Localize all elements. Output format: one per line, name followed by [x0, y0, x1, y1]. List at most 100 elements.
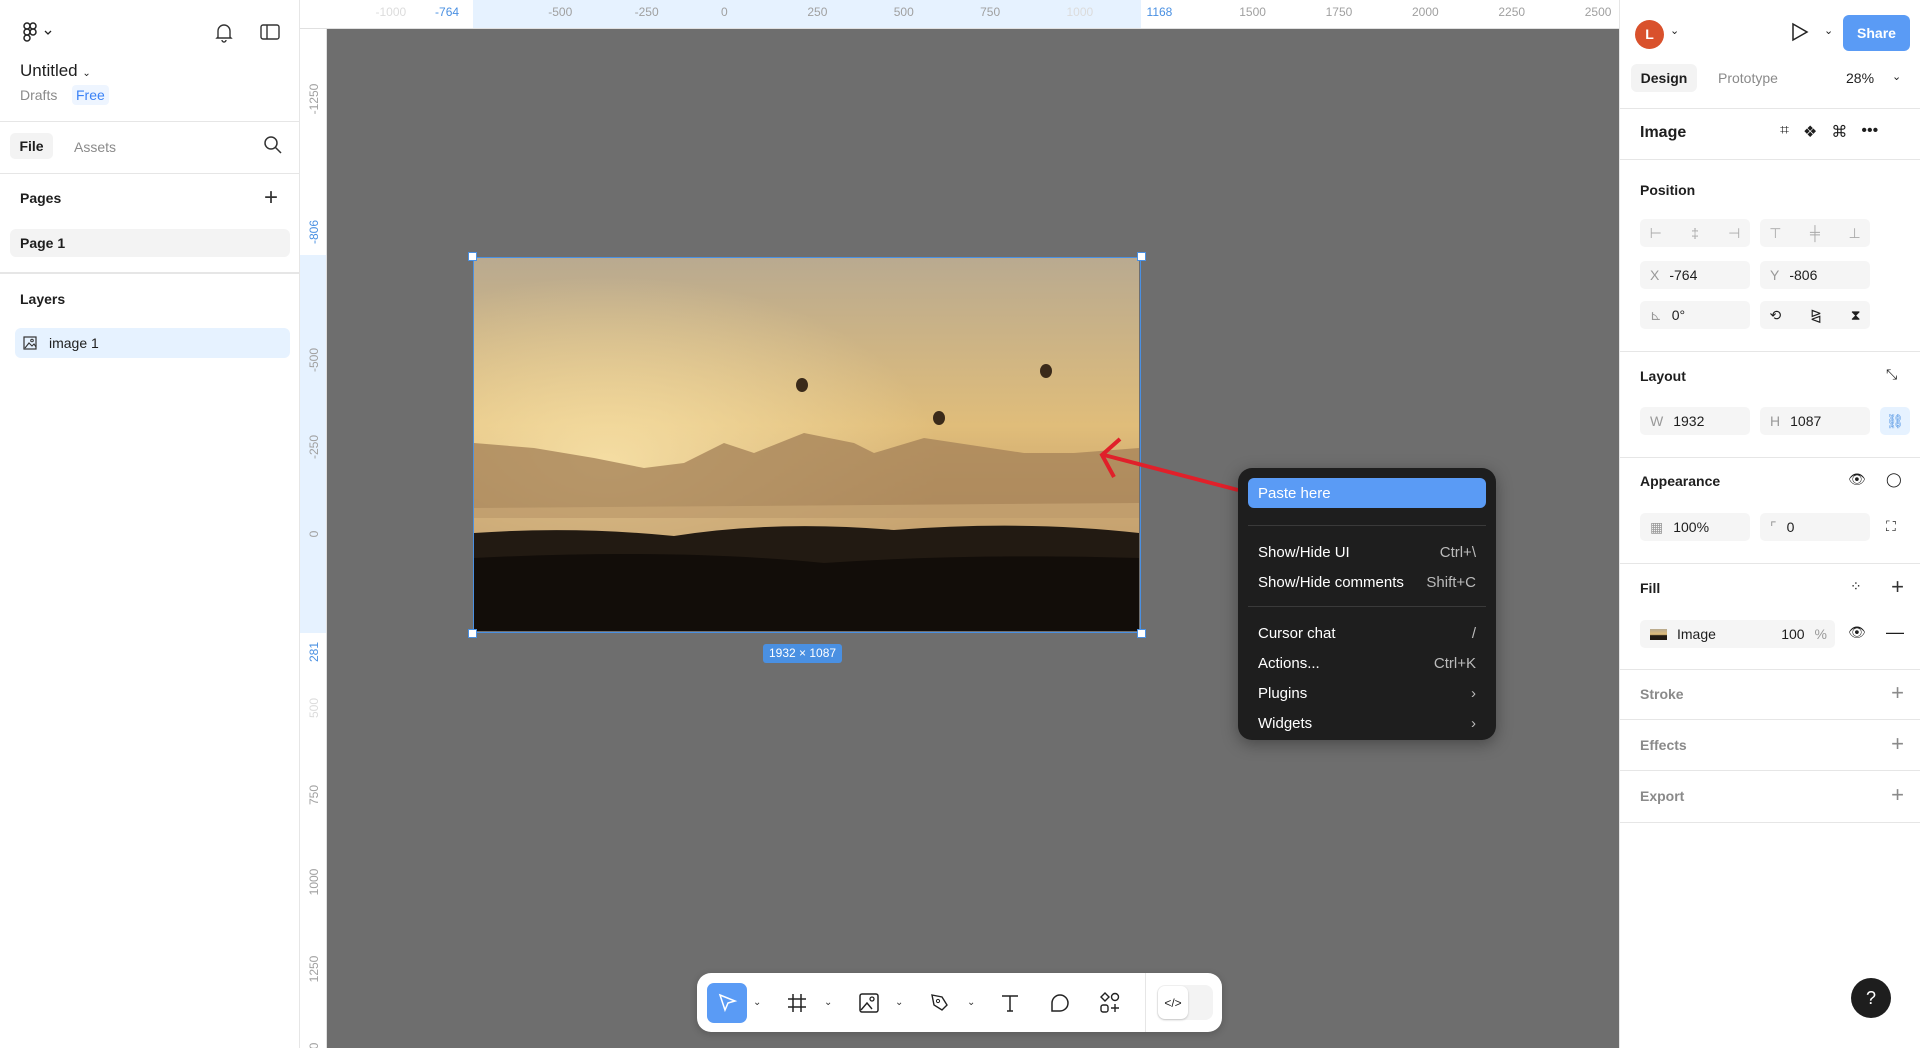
align-middle-icon[interactable]: ╪	[1810, 225, 1820, 241]
toggle-sidebar-button[interactable]	[258, 20, 282, 44]
chevron-down-icon[interactable]: ⌄	[824, 997, 832, 1008]
chevron-down-icon[interactable]: ⌄	[753, 997, 761, 1008]
tab-assets[interactable]: Assets	[74, 139, 116, 155]
shortcut: /	[1471, 624, 1476, 642]
text-icon	[1002, 995, 1018, 1012]
selected-image[interactable]	[473, 257, 1141, 633]
search-button[interactable]	[262, 134, 284, 156]
image-tool-button[interactable]	[849, 983, 889, 1023]
layer-name: image 1	[49, 335, 99, 351]
present-button[interactable]	[1788, 21, 1810, 46]
ruler-tick-label: 1000	[1066, 5, 1094, 19]
height-field[interactable]: H 1087	[1760, 407, 1870, 435]
resize-handle-bottom-right[interactable]	[1137, 629, 1146, 638]
menu-item-widgets[interactable]: Widgets ›	[1248, 708, 1486, 738]
divider	[1620, 563, 1920, 564]
fill-row[interactable]: Image 100 %	[1640, 620, 1835, 648]
rotation-field[interactable]: ⊾ 0°	[1640, 301, 1750, 329]
add-stroke-button[interactable]: +	[1891, 682, 1904, 704]
actions-tool-button[interactable]	[1090, 983, 1130, 1023]
crop-icon[interactable]: ⌗	[1780, 122, 1789, 142]
menu-item-show-hide-comments[interactable]: Show/Hide comments Shift+C	[1248, 567, 1486, 597]
divider	[1620, 719, 1920, 720]
ruler-tick-label: 1500	[307, 1036, 321, 1048]
x-label: X	[1650, 267, 1660, 283]
flip-vertical-icon[interactable]: ⧗	[1851, 307, 1861, 324]
menu-item-cursor-chat[interactable]: Cursor chat /	[1248, 618, 1486, 648]
opacity-field[interactable]: ▦ 100%	[1640, 513, 1750, 541]
add-fill-button[interactable]: +	[1891, 576, 1904, 598]
individual-corners-icon[interactable]: ⛶	[1886, 518, 1896, 535]
pen-tool-button[interactable]	[920, 983, 960, 1023]
help-button[interactable]: ?	[1851, 978, 1891, 1018]
frame-tool-button[interactable]	[777, 983, 817, 1023]
width-field[interactable]: W 1932	[1640, 407, 1750, 435]
notifications-button[interactable]	[212, 20, 236, 44]
frame-selection-icon[interactable]: ⌘	[1831, 122, 1847, 142]
plan-badge[interactable]: Free	[72, 85, 109, 105]
vertical-align-group[interactable]: ⊤ ╪ ⊥	[1760, 219, 1870, 247]
file-location[interactable]: Drafts	[20, 87, 57, 103]
transform-group[interactable]: ⟲ ⧎ ⧗	[1760, 301, 1870, 329]
collapse-icon[interactable]: ⤡	[1886, 366, 1897, 383]
rotation-value: 0°	[1671, 307, 1686, 323]
tab-design[interactable]: Design	[1631, 64, 1697, 92]
corner-radius-field[interactable]: ⌜ 0	[1760, 513, 1870, 541]
constrain-proportions-button[interactable]: ⛓	[1880, 407, 1910, 435]
shapes-plus-icon	[1100, 992, 1120, 1013]
chevron-down-icon[interactable]: ⌄	[1670, 24, 1679, 37]
divider	[1620, 770, 1920, 771]
menu-item-show-hide-ui[interactable]: Show/Hide UI Ctrl+\	[1248, 537, 1486, 567]
ruler-tick-label: 2000	[1412, 5, 1439, 19]
y-field[interactable]: Y -806	[1760, 261, 1870, 289]
align-bottom-icon[interactable]: ⊥	[1848, 225, 1860, 242]
ruler-tick-label: 0	[307, 530, 321, 538]
flip-horizontal-icon[interactable]: ⧎	[1810, 307, 1822, 324]
component-icon[interactable]: ❖	[1803, 122, 1817, 142]
add-export-button[interactable]: +	[1891, 784, 1904, 806]
percent-unit: %	[1814, 626, 1827, 642]
dev-mode-toggle[interactable]: </>	[1157, 985, 1213, 1020]
move-tool-button[interactable]	[707, 983, 747, 1023]
resize-handle-bottom-left[interactable]	[468, 629, 477, 638]
page-item-page-1[interactable]: Page 1	[10, 229, 290, 257]
layout-heading: Layout	[1640, 368, 1686, 384]
chevron-down-icon[interactable]: ⌄	[967, 997, 975, 1008]
menu-item-plugins[interactable]: Plugins ›	[1248, 678, 1486, 708]
menu-item-paste-here[interactable]: Paste here	[1248, 478, 1486, 508]
main-menu-button[interactable]	[20, 20, 54, 44]
zoom-level[interactable]: 28%	[1846, 70, 1874, 86]
horizontal-align-group[interactable]: ⊢ ‡ ⊣	[1640, 219, 1750, 247]
menu-item-actions[interactable]: Actions... Ctrl+K	[1248, 648, 1486, 678]
avatar[interactable]: L	[1635, 20, 1664, 49]
resize-handle-top-left[interactable]	[468, 252, 477, 261]
chevron-down-icon[interactable]: ⌄	[1892, 70, 1901, 83]
add-effect-button[interactable]: +	[1891, 733, 1904, 755]
rotate-icon[interactable]: ⟲	[1769, 307, 1781, 324]
more-icon[interactable]: •••	[1861, 122, 1878, 142]
tab-file[interactable]: File	[10, 133, 53, 159]
layer-item[interactable]: image 1	[15, 328, 290, 358]
align-center-h-icon[interactable]: ‡	[1691, 225, 1699, 241]
chevron-down-icon[interactable]: ⌄	[895, 997, 903, 1008]
align-right-icon[interactable]: ⊣	[1728, 225, 1740, 242]
align-left-icon[interactable]: ⊢	[1650, 225, 1662, 242]
figma-logo-icon	[23, 22, 52, 42]
eye-icon[interactable]: 👁	[1848, 471, 1866, 488]
chevron-down-icon[interactable]: ⌄	[1824, 24, 1833, 37]
blend-mode-icon[interactable]: ◯	[1886, 471, 1902, 488]
comment-tool-button[interactable]	[1040, 983, 1080, 1023]
h-label: H	[1770, 413, 1781, 429]
styles-icon[interactable]: ⁘	[1850, 578, 1862, 595]
remove-fill-button[interactable]: —	[1886, 622, 1904, 643]
file-title-button[interactable]: Untitled ⌄	[20, 61, 91, 81]
add-page-button[interactable]: +	[264, 184, 278, 212]
tab-prototype[interactable]: Prototype	[1718, 70, 1778, 86]
resize-handle-top-right[interactable]	[1137, 252, 1146, 261]
text-tool-button[interactable]	[990, 983, 1030, 1023]
x-field[interactable]: X -764	[1640, 261, 1750, 289]
share-button[interactable]: Share	[1843, 15, 1910, 51]
eye-icon[interactable]: 👁	[1848, 624, 1866, 641]
align-top-icon[interactable]: ⊤	[1769, 225, 1781, 242]
ruler-tick-label: -806	[307, 219, 321, 244]
